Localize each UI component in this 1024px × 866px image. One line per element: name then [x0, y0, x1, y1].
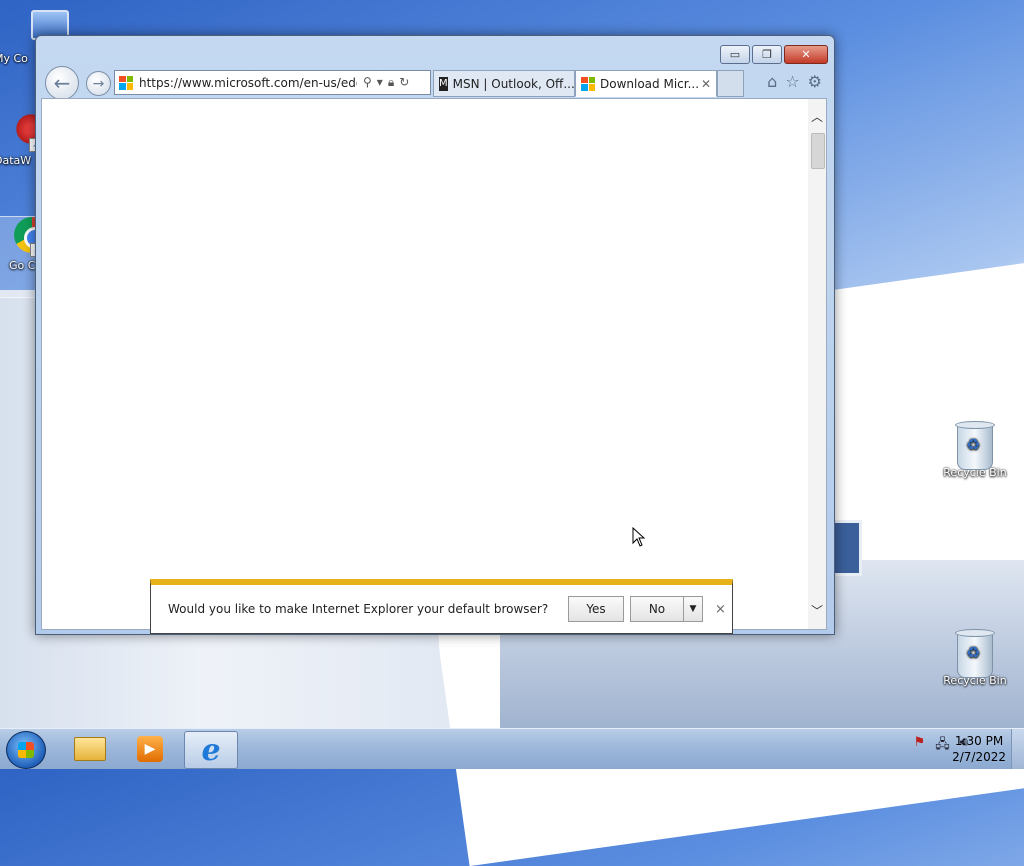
- page-content[interactable]: ︿ ﹀ Would you like to make Internet Expl…: [41, 98, 827, 634]
- taskbar-media-player[interactable]: ▶: [124, 731, 176, 767]
- network-icon[interactable]: 🖧︎: [935, 735, 950, 757]
- minimize-button[interactable]: ▭: [720, 45, 750, 64]
- arrow-left-icon: ←: [53, 71, 71, 95]
- arrow-right-icon: →: [92, 75, 105, 92]
- tab-label: Download Micr...: [600, 76, 700, 91]
- tab-label: MSN | Outlook, Off...: [452, 76, 575, 91]
- start-button[interactable]: [6, 731, 46, 769]
- no-options-dropdown-icon[interactable]: ▼: [683, 596, 703, 622]
- tab-msn[interactable]: M MSN | Outlook, Off...: [433, 70, 575, 97]
- show-desktop-button[interactable]: [1011, 729, 1024, 769]
- action-center-flag-icon[interactable]: ⚑: [914, 735, 926, 757]
- taskbar-internet-explorer[interactable]: e: [184, 731, 238, 769]
- internet-explorer-icon: e: [201, 732, 221, 768]
- tab-download-microsoft[interactable]: Download Micr... ✕: [575, 70, 717, 97]
- new-tab-button[interactable]: [717, 70, 744, 97]
- desktop-icon-recycle-bin[interactable]: Recycle Bin: [938, 421, 1012, 479]
- scroll-down-icon[interactable]: ﹀: [808, 601, 826, 619]
- address-input[interactable]: https://www.microsoft.com/en-us/edge: [139, 76, 357, 90]
- no-button[interactable]: No: [630, 596, 683, 622]
- restore-button[interactable]: ❐: [752, 45, 782, 64]
- forward-button[interactable]: →: [86, 71, 111, 96]
- taskbar: ▶ e ⚑ 🖧︎ 🔊︎ 1:30 PM 2/7/2022: [0, 728, 1024, 769]
- internet-explorer-window[interactable]: ▭ ❐ ✕ ← → https://www.microsoft.com/en-u…: [35, 35, 835, 635]
- address-bar[interactable]: https://www.microsoft.com/en-us/edge ⚲ ▾…: [114, 70, 431, 95]
- clock-date: 2/7/2022: [952, 750, 1006, 764]
- vertical-scrollbar[interactable]: ︿ ﹀: [808, 99, 826, 629]
- recycle-bin-icon: [955, 421, 995, 470]
- msn-favicon-icon: M: [439, 76, 448, 91]
- home-icon[interactable]: ⌂: [767, 72, 777, 91]
- refresh-icon[interactable]: ↻: [399, 75, 409, 90]
- dropdown-icon[interactable]: ▾: [377, 75, 383, 90]
- taskbar-file-explorer[interactable]: [64, 731, 116, 767]
- back-button[interactable]: ←: [45, 66, 79, 100]
- clock-time: 1:30 PM: [954, 734, 1004, 748]
- recycle-bin-icon: [955, 629, 995, 678]
- notification-message: Would you like to make Internet Explorer…: [168, 602, 549, 616]
- favorites-star-icon[interactable]: ☆: [785, 72, 799, 91]
- default-browser-notification: Would you like to make Internet Explorer…: [150, 579, 733, 634]
- clock[interactable]: 1:30 PM 2/7/2022: [952, 733, 1006, 765]
- search-icon[interactable]: ⚲: [363, 75, 372, 90]
- microsoft-favicon-icon: [581, 76, 595, 91]
- scroll-up-icon[interactable]: ︿: [808, 107, 826, 125]
- lock-icon[interactable]: 🔒︎: [388, 75, 394, 90]
- microsoft-logo-icon: [119, 75, 133, 90]
- tab-close-icon[interactable]: ✕: [701, 77, 711, 91]
- yes-button[interactable]: Yes: [568, 596, 624, 622]
- folder-icon: [74, 737, 106, 761]
- notification-close-icon[interactable]: ×: [715, 602, 726, 617]
- close-button[interactable]: ✕: [784, 45, 828, 64]
- scrollbar-thumb[interactable]: [811, 133, 825, 169]
- window-controls: ▭ ❐ ✕: [718, 45, 828, 64]
- desktop-icon-recycle-bin-2[interactable]: Recycle Bin: [938, 629, 1012, 687]
- media-player-icon: ▶: [137, 736, 163, 762]
- settings-gear-icon[interactable]: ⚙: [808, 72, 822, 91]
